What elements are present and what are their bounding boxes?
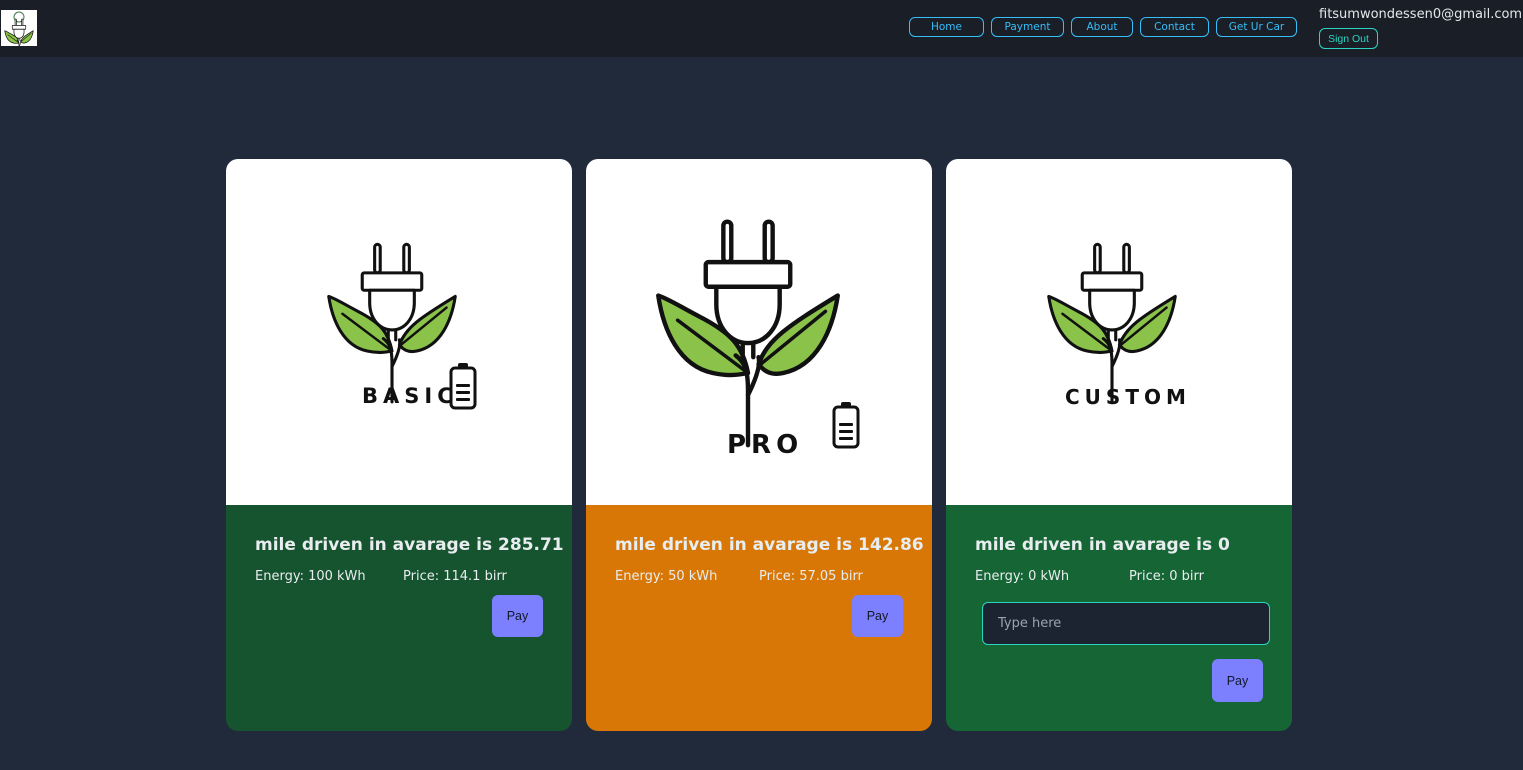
- price-text: Price: 114.1 birr: [403, 569, 507, 584]
- energy-text: Energy: 50 kWh: [615, 569, 718, 584]
- nav-payment-button[interactable]: Payment: [991, 17, 1064, 37]
- nav-about-button[interactable]: About: [1071, 17, 1133, 37]
- plan-details: mile driven in avarage is 285.71 Energy:…: [226, 505, 572, 731]
- plan-name: BASIC: [362, 384, 458, 408]
- plan-card-pro: PRO mile driven in avarage is 142.86 Ene…: [586, 159, 932, 731]
- energy-text: Energy: 100 kWh: [255, 569, 366, 584]
- mile-average-text: mile driven in avarage is 285.71: [255, 535, 564, 555]
- plan-card-image: BASIC: [226, 159, 572, 505]
- user-email: fitsumwondessen0@gmail.com: [1319, 7, 1523, 22]
- nav-contact-button[interactable]: Contact: [1140, 17, 1209, 37]
- pay-button[interactable]: Pay: [1212, 659, 1263, 702]
- nav-get-ur-car-button[interactable]: Get Ur Car: [1216, 17, 1297, 37]
- plug-leaf-icon: [327, 242, 477, 410]
- price-text: Price: 0 birr: [1129, 569, 1204, 584]
- plan-name: CUSTOM: [1065, 385, 1191, 409]
- plan-details: mile driven in avarage is 0 Energy: 0 kW…: [946, 505, 1292, 731]
- plan-card-image: CUSTOM: [946, 159, 1292, 505]
- plug-leaf-icon: [1047, 242, 1177, 404]
- mile-average-text: mile driven in avarage is 142.86: [615, 535, 924, 555]
- pay-button[interactable]: Pay: [492, 595, 543, 637]
- custom-energy-input[interactable]: [982, 602, 1270, 645]
- battery-icon: [832, 400, 860, 449]
- plan-card-basic: BASIC mile driven in avarage is 285.71 E…: [226, 159, 572, 731]
- energy-text: Energy: 0 kWh: [975, 569, 1070, 584]
- plan-name: PRO: [727, 430, 804, 460]
- plan-details: mile driven in avarage is 142.86 Energy:…: [586, 505, 932, 731]
- pay-button[interactable]: Pay: [852, 595, 903, 637]
- nav-links: Home Payment About Contact Get Ur Car: [909, 17, 1297, 37]
- nav-home-button[interactable]: Home: [909, 17, 984, 37]
- mile-average-text: mile driven in avarage is 0: [975, 535, 1230, 555]
- sign-out-button[interactable]: Sign Out: [1319, 28, 1378, 49]
- price-text: Price: 57.05 birr: [759, 569, 863, 584]
- app-logo-icon[interactable]: [1, 10, 37, 46]
- plan-card-custom: CUSTOM mile driven in avarage is 0 Energ…: [946, 159, 1292, 731]
- plan-card-image: PRO: [586, 159, 932, 505]
- top-navbar: Home Payment About Contact Get Ur Car fi…: [0, 0, 1523, 57]
